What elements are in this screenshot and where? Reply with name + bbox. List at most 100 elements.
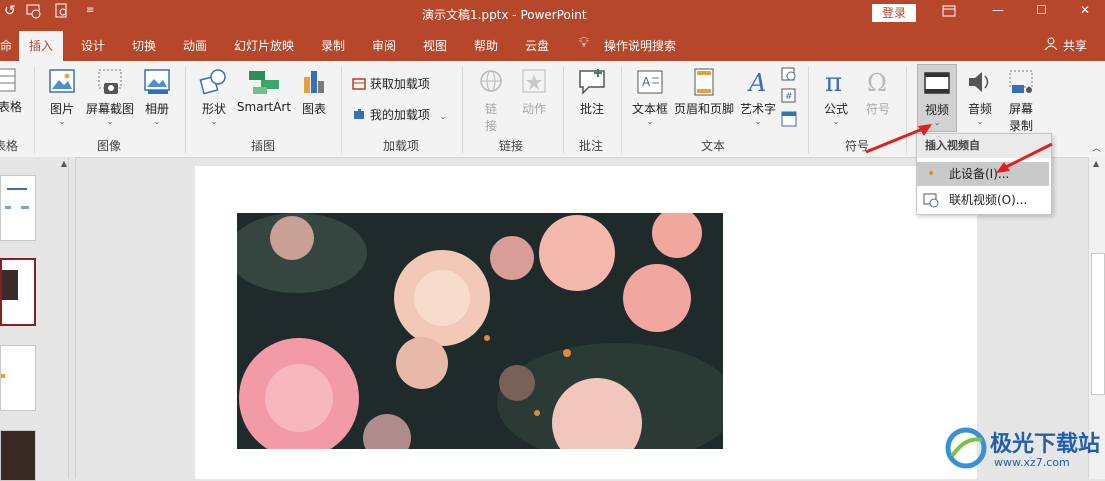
group-divider (462, 67, 463, 153)
chevron-down-icon: ⌄ (439, 112, 447, 121)
share-button[interactable]: 共享 (1063, 37, 1087, 54)
omega-icon: Ω (867, 69, 887, 97)
group-label-comments: 批注 (579, 139, 604, 153)
get-addins-button[interactable]: 获取加载项 (352, 75, 430, 92)
object-button[interactable] (781, 111, 797, 130)
group-label-text: 文本 (701, 139, 726, 153)
pi-icon: π (825, 68, 842, 98)
equation-button[interactable]: π 公式 ⌄ (818, 67, 854, 127)
watermark-logo-icon (945, 427, 987, 469)
svg-text:A: A (747, 69, 766, 97)
red-arrow-annotation-2 (996, 142, 1053, 173)
close-button[interactable]: ✕ (1080, 3, 1090, 17)
chevron-down-icon: ⌄ (754, 117, 762, 126)
comment-icon (579, 69, 605, 95)
comment-button[interactable]: 批注 (574, 67, 610, 117)
star-action-icon (522, 69, 546, 93)
ribbon-display-options-icon[interactable] (942, 4, 956, 21)
audio-button[interactable]: 音频 ⌄ (962, 67, 998, 127)
menu-item-online-video[interactable]: 联机视频(O)... (917, 188, 1049, 212)
svg-text:Ω: Ω (867, 69, 887, 97)
chevron-down-icon: ⌄ (210, 117, 218, 126)
slide-number-button[interactable]: # (781, 88, 797, 107)
tab-help[interactable]: 帮助 (474, 37, 498, 54)
print-preview-icon[interactable] (54, 3, 70, 22)
textbox-button[interactable]: A 文本框 ⌄ (630, 67, 670, 127)
chevron-down-icon: ⌄ (976, 117, 984, 126)
red-arrow-annotation-1 (865, 124, 932, 154)
chevron-down-icon: ⌄ (153, 117, 161, 126)
group-label-images: 图像 (97, 139, 122, 153)
chart-button[interactable]: 图表 (296, 67, 332, 117)
photo-album-icon (144, 69, 170, 94)
scroll-up-icon[interactable]: ▲ (1093, 159, 1099, 168)
tab-transitions[interactable]: 切换 (132, 37, 156, 54)
smartart-button[interactable]: SmartArt (236, 67, 292, 114)
slide-number-icon: # (781, 88, 796, 103)
tab-partial[interactable]: 命 (0, 37, 12, 54)
scrollbar-thumb[interactable] (1091, 253, 1105, 395)
undo-icon[interactable]: ↺ (4, 3, 16, 19)
tab-review[interactable]: 审阅 (372, 37, 396, 54)
tab-slideshow[interactable]: 幻灯片放映 (234, 37, 294, 54)
wordart-icon: A (747, 69, 766, 97)
screen-recording-button[interactable]: 屏幕 录制 (1003, 67, 1039, 134)
svg-text:A: A (642, 75, 651, 89)
slide-canvas[interactable] (195, 166, 977, 479)
wordart-button[interactable]: A 艺术字 ⌄ (738, 67, 778, 127)
symbol-button[interactable]: Ω 符号 (860, 67, 896, 117)
table-button-partial[interactable]: 表格 (0, 67, 22, 115)
picture-icon (49, 69, 75, 93)
tab-view[interactable]: 视图 (423, 37, 447, 54)
lightbulb-icon: 💡︎ (579, 35, 589, 51)
date-time-button[interactable] (781, 66, 797, 85)
chevron-down-icon: ⌄ (832, 117, 840, 126)
header-footer-icon (694, 68, 714, 96)
tab-record[interactable]: 录制 (321, 37, 345, 54)
ribbon-tab-bar: 命 插入 设计 切换 动画 幻灯片放映 录制 审阅 视图 帮助 云盘 💡︎ 操作… (0, 27, 1105, 61)
rose-photo[interactable] (237, 213, 723, 449)
customize-qat-icon[interactable]: ≡ (86, 5, 94, 16)
minimize-button[interactable]: — (992, 3, 1004, 17)
online-video-icon (923, 193, 939, 208)
group-divider (185, 67, 186, 153)
object-icon (781, 111, 797, 127)
header-footer-button[interactable]: 页眉和页脚 (673, 67, 735, 117)
group-divider (563, 67, 564, 153)
screenshot-icon (98, 69, 122, 94)
tab-design[interactable]: 设计 (81, 37, 105, 54)
shapes-icon (199, 69, 226, 95)
svg-text:π: π (825, 68, 842, 97)
group-divider (808, 67, 809, 153)
puzzle-icon (354, 109, 364, 119)
screenshot-button[interactable]: 屏幕截图 ⌄ (84, 67, 136, 127)
textbox-icon: A (637, 70, 663, 94)
tab-animations[interactable]: 动画 (183, 37, 207, 54)
slide-thumbnail-4[interactable] (0, 430, 36, 481)
my-addins-button[interactable]: 我的加载项 ⌄ (352, 106, 446, 123)
group-divider (341, 67, 342, 153)
slide-thumbnail-pane: ▲ (0, 157, 76, 481)
action-button[interactable]: 动作 (515, 67, 553, 117)
tell-me-search[interactable]: 操作说明搜索 (604, 37, 676, 54)
slide-thumbnail-3[interactable] (0, 345, 36, 411)
picture-button[interactable]: 图片 ⌄ (44, 67, 80, 127)
maximize-button[interactable]: ☐ (1036, 3, 1047, 17)
login-button[interactable]: 登录 (872, 4, 916, 22)
svg-text:#: # (785, 92, 793, 102)
group-label-table: 表格 (0, 139, 19, 153)
shapes-button[interactable]: 形状 ⌄ (196, 67, 232, 127)
slide-thumbnail-1[interactable] (0, 175, 36, 241)
speaker-icon (969, 72, 989, 92)
slide-thumbnail-2-selected[interactable] (0, 258, 36, 326)
group-label-illustrations: 插图 (251, 139, 276, 153)
photo-album-button[interactable]: 相册 ⌄ (140, 67, 174, 127)
date-time-icon (781, 67, 796, 81)
tab-cloud[interactable]: 云盘 (525, 37, 549, 54)
present-from-beginning-icon[interactable] (26, 3, 42, 22)
collapse-ribbon-icon[interactable]: ︿ (1092, 141, 1101, 154)
link-button[interactable]: 链 接 (474, 67, 508, 134)
orange-dot-icon: • (927, 166, 936, 182)
tab-insert[interactable]: 插入 (19, 31, 64, 61)
person-icon[interactable] (1044, 36, 1058, 53)
